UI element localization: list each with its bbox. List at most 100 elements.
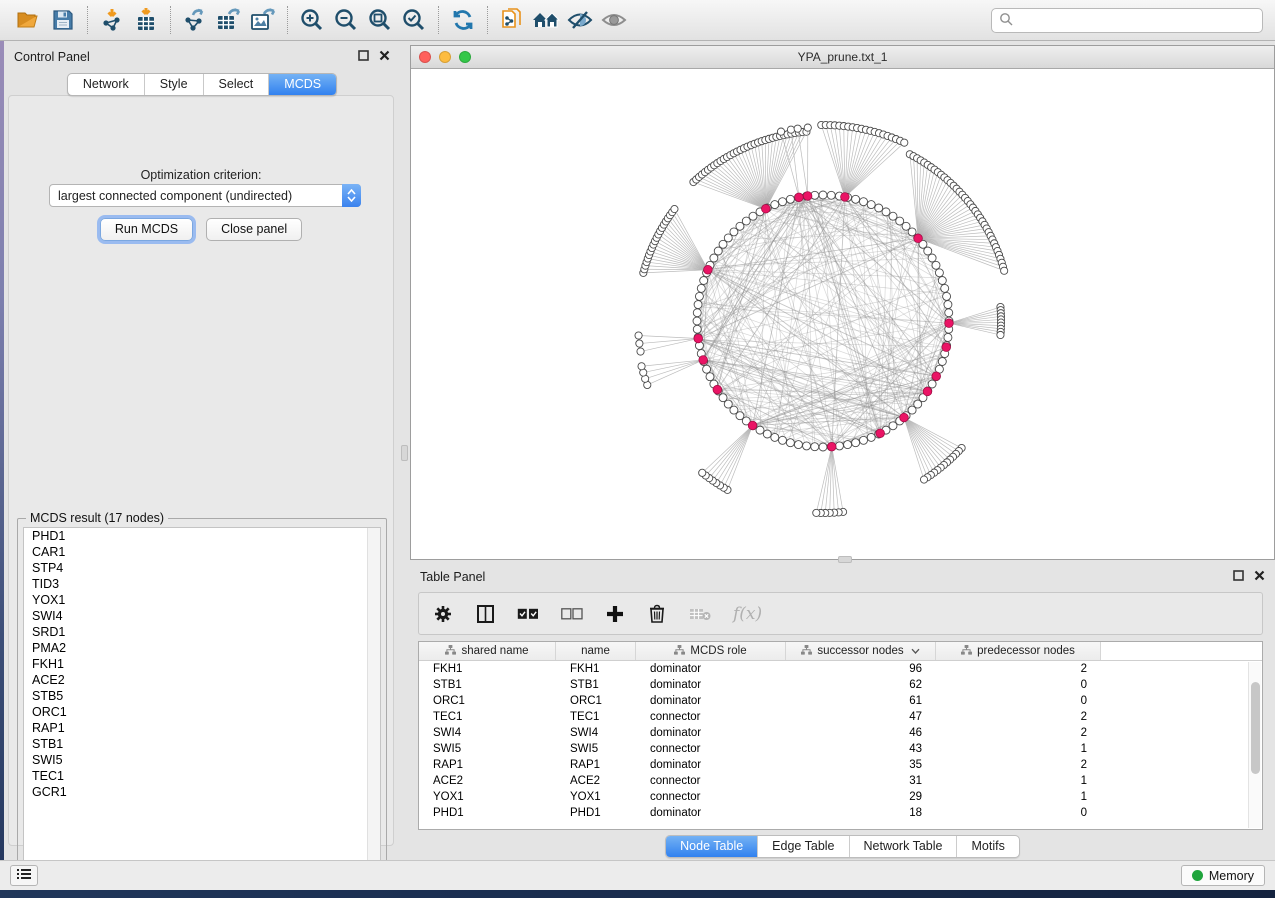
table-cell: 2 — [936, 725, 1101, 741]
table-cell: YOX1 — [556, 789, 636, 805]
tab-motifs[interactable]: Motifs — [957, 836, 1018, 857]
tab-network[interactable]: Network — [68, 74, 145, 95]
table-cell: SWI5 — [419, 741, 556, 757]
mcds-result-item[interactable]: GCR1 — [24, 784, 380, 800]
search-input[interactable] — [1017, 12, 1255, 28]
table-cell: PHD1 — [556, 805, 636, 821]
table-row[interactable]: YOX1YOX1connector291 — [419, 789, 1262, 805]
tab-mcds[interactable]: MCDS — [269, 74, 336, 95]
export-table-icon[interactable] — [212, 4, 246, 36]
mcds-result-item[interactable]: CAR1 — [24, 544, 380, 560]
table-row[interactable]: SWI5SWI5connector431 — [419, 741, 1262, 757]
run-mcds-button[interactable]: Run MCDS — [100, 218, 193, 241]
network-canvas[interactable] — [411, 69, 1274, 559]
table-cell: RAP1 — [556, 757, 636, 773]
export-network-icon[interactable] — [178, 4, 212, 36]
tab-select[interactable]: Select — [204, 74, 270, 95]
tab-network-table[interactable]: Network Table — [850, 836, 958, 857]
mcds-result-item[interactable]: TEC1 — [24, 768, 380, 784]
eye-slash-icon[interactable] — [563, 4, 597, 36]
float-panel-icon[interactable] — [1233, 570, 1244, 584]
splitter-handle[interactable] — [401, 445, 408, 461]
mcds-list-scrollbar[interactable] — [367, 528, 380, 880]
mcds-tab-content: Optimization criterion: largest connecte… — [8, 95, 394, 846]
clone-network-icon[interactable] — [495, 4, 529, 36]
gear-icon[interactable] — [433, 602, 453, 626]
delete-icon[interactable] — [647, 602, 667, 626]
table-scrollbar[interactable] — [1248, 662, 1261, 828]
hierarchy-icon — [674, 645, 685, 658]
close-panel-icon[interactable] — [379, 50, 390, 64]
open-session-icon[interactable] — [12, 4, 46, 36]
column-header-successor-nodes[interactable]: successor nodes — [786, 642, 936, 660]
network-window-titlebar[interactable]: YPA_prune.txt_1 — [411, 46, 1274, 69]
zoom-selected-icon[interactable] — [397, 4, 431, 36]
export-image-icon[interactable] — [246, 4, 280, 36]
close-panel-icon[interactable] — [1254, 570, 1265, 584]
mcds-result-item[interactable]: PMA2 — [24, 640, 380, 656]
table-cell: 1 — [936, 789, 1101, 805]
column-header-predecessor-nodes[interactable]: predecessor nodes — [936, 642, 1101, 660]
mcds-result-list[interactable]: PHD1CAR1STP4TID3YOX1SWI4SRD1PMA2FKH1ACE2… — [23, 527, 381, 881]
table-row[interactable]: ACE2ACE2connector311 — [419, 773, 1262, 789]
mcds-result-item[interactable]: SWI5 — [24, 752, 380, 768]
panel-splitter-vertical[interactable] — [400, 41, 410, 860]
mcds-result-item[interactable]: TID3 — [24, 576, 380, 592]
mcds-result-item[interactable]: YOX1 — [24, 592, 380, 608]
columns-icon[interactable] — [475, 602, 495, 626]
status-bar: Memory — [0, 860, 1275, 890]
column-header-label: successor nodes — [817, 645, 903, 657]
table-cell: TEC1 — [556, 709, 636, 725]
column-header-label: MCDS role — [690, 645, 746, 657]
mcds-result-item[interactable]: STP4 — [24, 560, 380, 576]
table-cell: ACE2 — [556, 773, 636, 789]
table-row[interactable]: TEC1TEC1connector472 — [419, 709, 1262, 725]
mcds-result-item[interactable]: SWI4 — [24, 608, 380, 624]
select-all-icon[interactable] — [517, 602, 539, 626]
column-header-shared-name[interactable]: shared name — [419, 642, 556, 660]
add-icon[interactable] — [605, 602, 625, 626]
float-panel-icon[interactable] — [358, 50, 369, 64]
tab-node-table[interactable]: Node Table — [666, 836, 758, 857]
splitter-handle[interactable] — [838, 556, 852, 563]
tab-style[interactable]: Style — [145, 74, 204, 95]
mcds-result-item[interactable]: ACE2 — [24, 672, 380, 688]
task-history-button[interactable] — [10, 865, 38, 886]
hierarchy-icon — [445, 645, 456, 658]
mcds-result-item[interactable]: PHD1 — [24, 528, 380, 544]
mcds-result-item[interactable]: SRD1 — [24, 624, 380, 640]
table-cell: connector — [636, 789, 786, 805]
criterion-dropdown[interactable]: largest connected component (undirected) — [49, 184, 361, 207]
zoom-out-icon[interactable] — [329, 4, 363, 36]
save-session-icon[interactable] — [46, 4, 80, 36]
memory-button[interactable]: Memory — [1181, 865, 1265, 886]
table-row[interactable]: STB1STB1dominator620 — [419, 677, 1262, 693]
mcds-result-item[interactable]: STB5 — [24, 688, 380, 704]
deselect-all-icon[interactable] — [561, 602, 583, 626]
table-row[interactable]: FKH1FKH1dominator962 — [419, 661, 1262, 677]
import-table-icon[interactable] — [129, 4, 163, 36]
refresh-icon[interactable] — [446, 4, 480, 36]
table-row[interactable]: RAP1RAP1dominator352 — [419, 757, 1262, 773]
column-header-name[interactable]: name — [556, 642, 636, 660]
mcds-result-item[interactable]: STB1 — [24, 736, 380, 752]
zoom-in-icon[interactable] — [295, 4, 329, 36]
eye-icon[interactable] — [597, 4, 631, 36]
table-row[interactable]: ORC1ORC1dominator610 — [419, 693, 1262, 709]
zoom-fit-icon[interactable] — [363, 4, 397, 36]
table-row[interactable]: SWI4SWI4dominator462 — [419, 725, 1262, 741]
mcds-result-item[interactable]: RAP1 — [24, 720, 380, 736]
table-scrollbar-thumb[interactable] — [1251, 682, 1260, 774]
tab-edge-table[interactable]: Edge Table — [758, 836, 849, 857]
mcds-result-item[interactable]: ORC1 — [24, 704, 380, 720]
column-header-mcds-role[interactable]: MCDS role — [636, 642, 786, 660]
search-field[interactable] — [991, 8, 1263, 33]
close-panel-button[interactable]: Close panel — [206, 218, 302, 241]
table-panel-title: Table Panel — [420, 570, 485, 584]
table-cell: dominator — [636, 725, 786, 741]
network-view-window: YPA_prune.txt_1 — [410, 45, 1275, 560]
houses-icon[interactable] — [529, 4, 563, 36]
import-network-icon[interactable] — [95, 4, 129, 36]
table-row[interactable]: PHD1PHD1dominator180 — [419, 805, 1262, 821]
mcds-result-item[interactable]: FKH1 — [24, 656, 380, 672]
